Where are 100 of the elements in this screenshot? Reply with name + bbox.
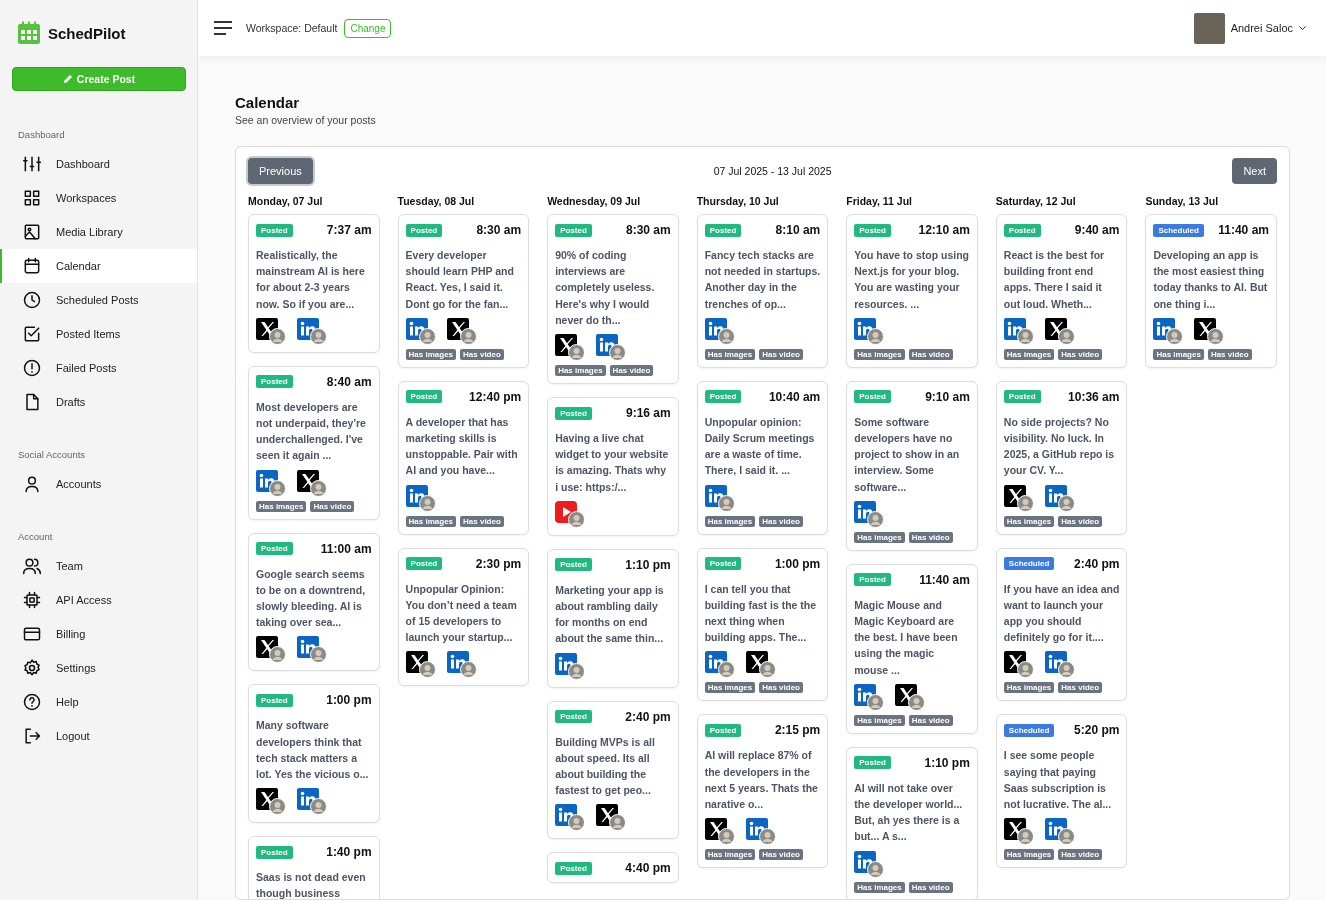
sidebar-item[interactable]: Settings — [0, 651, 197, 685]
calendar-icon — [22, 256, 42, 276]
post-card[interactable]: Posted 12:10 am You have to stop using Next.js for your blog. You are wasting your resources. ... Has images Has video — [846, 214, 978, 368]
sidebar-item[interactable]: Posted Items — [0, 317, 197, 351]
post-card[interactable]: Posted 9:40 am React is the best for building front end apps. There I said it out loud. Wheth... Has images Has video — [995, 214, 1128, 368]
post-card[interactable]: Posted 1:00 pm Many software developers think that tech stack matters a lot. Yes the vicious o... — [248, 684, 380, 824]
post-card[interactable]: Posted 1:00 pm I can tell you that building fast is the the next thing when building apps. The... Has images Has video — [696, 547, 829, 702]
post-card[interactable]: Posted 2:30 pm Unpopular Opinion: You don’t need a team of 15 developers to launch your startup... — [397, 547, 530, 687]
sidebar-item[interactable]: Workspaces — [0, 181, 197, 215]
page-title: Calendar — [235, 94, 301, 111]
status-badge: Posted — [704, 557, 742, 571]
day-heading: Sunday, 13 Jul — [1145, 195, 1220, 207]
post-time: 7:37 am — [326, 223, 372, 237]
post-time: 2:15 pm — [774, 723, 821, 738]
post-card[interactable]: Scheduled 11:40 am Developing an app is the most easiest thing today thanks to AI. But one thing i... Has images Has video — [1145, 214, 1277, 368]
sidebar-item[interactable]: Accounts — [0, 467, 197, 501]
post-excerpt: No side projects? No visibility. No luck. In 2025, a GitHub repo is your CV. Y... — [1003, 414, 1116, 479]
post-excerpt: Magic Mouse and Magic Keyboard are the best. I have been using the magic mouse ... — [854, 597, 959, 678]
media-tag: Has images — [704, 849, 756, 861]
post-excerpt: Many software developers think that tech stack matters a lot. Yes the vicious o... — [256, 718, 370, 783]
post-card[interactable]: Posted 7:37 am Realistically, the mainstream AI is here for about 2-3 years now. So if you are... — [248, 214, 380, 353]
post-excerpt: AI will not take over the developer world... But, ah yes there is a but... A s... — [854, 780, 964, 845]
post-card[interactable]: Posted 10:36 am No side projects? No visibility. No luck. In 2025, a GitHub repo is your CV. Y... Has images Has video — [995, 380, 1128, 535]
users-icon — [22, 556, 42, 576]
day-heading: Wednesday, 09 Jul — [547, 195, 642, 207]
post-card[interactable]: Posted 12:40 pm A developer that has marketing skills is unstoppable. Pair with AI and you have... Has images Has video — [397, 380, 530, 535]
day-heading: Thursday, 10 Jul — [696, 195, 780, 207]
post-time: 8:40 am — [326, 374, 372, 389]
post-card[interactable]: Posted 2:40 pm Building MVPs is all about speed. Its all about building the fastest to get peo... — [547, 700, 679, 840]
user-name[interactable]: Andrei Saloc — [1230, 22, 1293, 34]
media-tag: Has video — [759, 849, 803, 861]
media-tag: Has images — [256, 500, 307, 512]
avatar-icon — [568, 814, 586, 832]
day-heading: Tuesday, 08 Jul — [397, 195, 476, 207]
post-card[interactable]: Scheduled 2:40 pm If you have an idea and want to launch your app you should definitely go for it.... Has images Has video — [995, 547, 1128, 702]
post-time: 1:10 pm — [924, 755, 970, 770]
caret-icon[interactable] — [1299, 25, 1306, 31]
post-excerpt: Saas is not dead even though business — [256, 870, 367, 899]
media-tag: Has images — [405, 348, 457, 360]
avatar-icon — [568, 344, 586, 361]
post-card[interactable]: Posted 1:10 pm Marketing your app is about rambling daily for months on end about the same thin... — [547, 548, 679, 688]
post-card[interactable]: Posted 8:40 am Most developers are not underpaid, they're underchallenged. I've seen it again ... Has images Has video — [248, 365, 380, 520]
post-card[interactable]: Posted 9:16 am Having a live chat widget to your website is amazing. Thats why i use: https:/... — [547, 397, 679, 536]
sidebar-item[interactable]: Drafts — [0, 385, 197, 419]
avatar-icon — [269, 798, 286, 816]
post-card[interactable]: Posted 11:00 am Google search seems to be on a downtrend, slowly bleeding. AI is taking over sea... — [248, 532, 380, 672]
post-card[interactable]: Posted 10:40 am Unpopular opinion: Daily Scrum meetings are a waste of time. There, I said it. ... Has images Has video — [696, 380, 829, 535]
post-card[interactable]: Posted 11:40 am Magic Mouse and Magic Keyboard are the best. I have been using the magic mouse ... Has images Has video — [846, 563, 978, 734]
media-tag: Has video — [1058, 682, 1103, 694]
post-card[interactable]: Posted 8:10 am Fancy tech stacks are not needed in startups. Another day in the trenches of op... Has images Has video — [696, 214, 829, 368]
avatar-icon — [459, 661, 477, 679]
post-card[interactable]: Posted 1:40 pm Saas is not dead even though business — [248, 836, 380, 899]
post-excerpt: Developing an app is the most easiest thing today thanks to AI. But one thing i... — [1153, 248, 1269, 312]
post-excerpt: Having a live chat widget to your website is amazing. Thats why i use: https:/... — [555, 431, 670, 495]
media-tag: Has images — [1003, 515, 1055, 527]
app-name: SchedPilot — [48, 24, 126, 42]
sidebar-item[interactable]: Help — [0, 685, 197, 719]
avatar-icon — [568, 662, 586, 680]
sidebar-item[interactable]: Scheduled Posts — [0, 283, 197, 317]
post-time: 1:10 pm — [625, 557, 671, 572]
media-tag: Has images — [704, 682, 756, 694]
status-badge: Posted — [256, 845, 293, 859]
avatar-icon — [758, 828, 776, 846]
sidebar-item[interactable]: API Access — [0, 583, 197, 617]
next-button[interactable]: Next — [1232, 158, 1277, 184]
sidebar-item[interactable]: Billing — [0, 617, 197, 651]
post-time: 2:40 pm — [1074, 556, 1120, 571]
day-heading: Monday, 07 Jul — [248, 195, 324, 207]
alert-icon — [22, 358, 42, 378]
status-badge: Posted — [256, 542, 293, 556]
post-card[interactable]: Posted 1:10 pm AI will not take over the developer world... But, ah yes there is a but... A s... Has images Has video — [846, 746, 978, 899]
avatar-icon — [717, 327, 735, 345]
post-time: 8:30 am — [626, 223, 671, 237]
media-tag: Has video — [460, 348, 504, 360]
pencil-icon — [62, 74, 73, 84]
post-card[interactable]: Posted 2:15 pm AI will replace 87% of the developers in the next 5 years. Thats the narative o... Has images Has video — [696, 714, 829, 869]
post-card[interactable]: Posted 4:40 pm — [547, 852, 679, 884]
sidebar-item[interactable]: Failed Posts — [0, 351, 197, 385]
post-card[interactable]: Posted 9:10 am Some software developers have no project to show in an interview. Some software... Has images Has video — [846, 380, 978, 551]
menu-icon[interactable] — [214, 21, 232, 35]
media-tag: Has video — [1058, 348, 1103, 360]
post-excerpt: You have to stop using Next.js for your blog. You are wasting your resources. ... — [854, 248, 970, 312]
sidebar-item[interactable]: Team — [0, 549, 197, 583]
avatar-icon — [269, 327, 286, 345]
post-card[interactable]: Posted 8:30 am 90% of coding interviews are completely useless. Here's why I would never do th... Has images Has video — [547, 214, 679, 384]
sidebar-item[interactable]: Logout — [0, 719, 197, 753]
avatar-icon — [1166, 327, 1184, 345]
avatar-icon — [867, 327, 885, 345]
status-badge: Posted — [854, 390, 891, 404]
previous-button[interactable]: Previous — [248, 158, 313, 184]
post-time: 2:30 pm — [475, 556, 522, 571]
sidebar-item[interactable]: Dashboard — [0, 147, 197, 181]
post-card[interactable]: Scheduled 5:20 pm I see some people saying that paying Saas subscription is not lucrative. The al... Has images Has video — [995, 714, 1128, 869]
sidebar-item[interactable]: Calendar — [0, 249, 197, 283]
status-badge: Posted — [555, 861, 592, 875]
post-excerpt: If you have an idea and want to launch your app you should definitely go for it.... — [1003, 581, 1120, 646]
post-card[interactable]: Posted 8:30 am Every developer should learn PHP and React. Yes, I said it. Dont go for the fan... Has images Has video — [397, 214, 530, 368]
sidebar-item[interactable]: Media Library — [0, 215, 197, 249]
avatar-icon — [1016, 661, 1034, 679]
media-tag: Has images — [854, 881, 905, 893]
